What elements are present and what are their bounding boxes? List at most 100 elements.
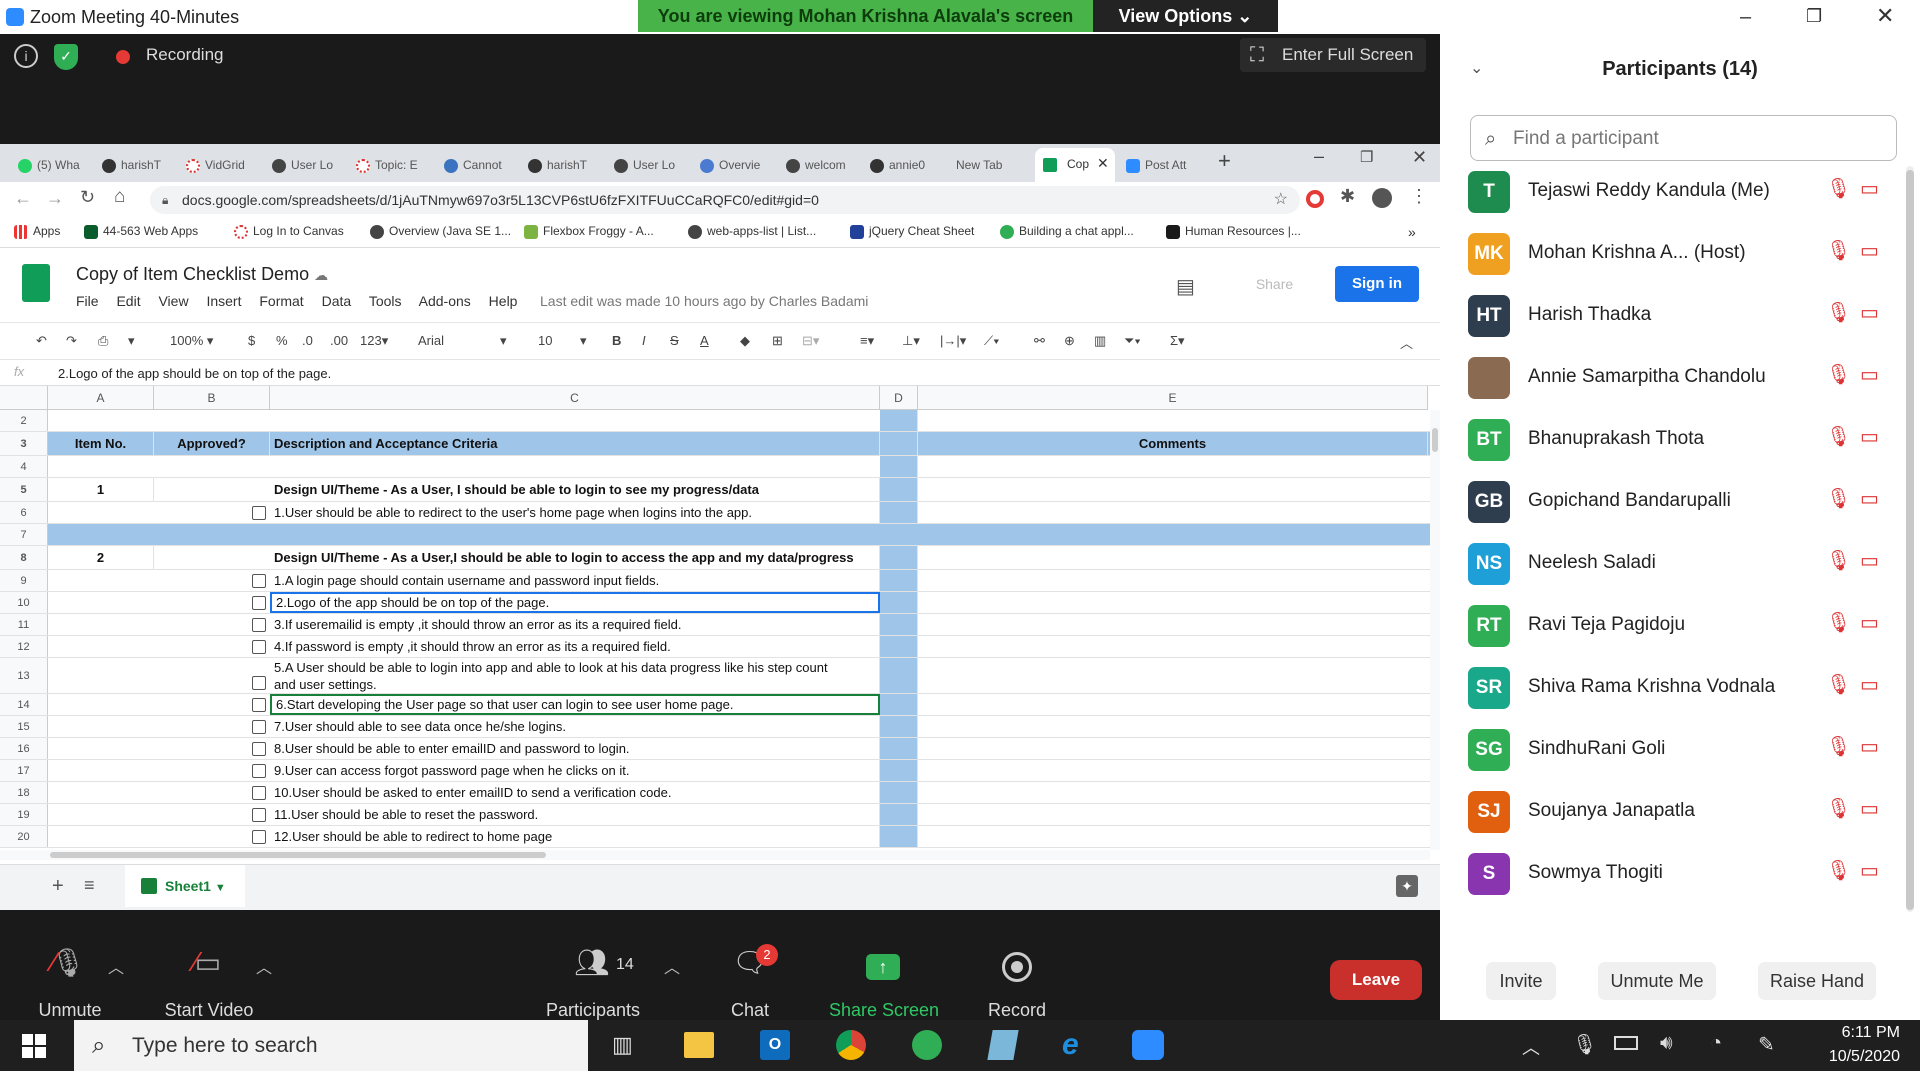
browser-tab[interactable]: Overvie — [700, 150, 770, 180]
cell[interactable] — [880, 570, 918, 591]
opera-icon[interactable] — [1306, 190, 1324, 208]
checkbox[interactable] — [252, 808, 266, 822]
bookmark[interactable]: web-apps-list | List... — [688, 224, 816, 239]
close-tab-icon[interactable]: ✕ — [1097, 155, 1109, 172]
menu-file[interactable]: File — [76, 293, 99, 309]
row-number[interactable]: 3 — [0, 432, 48, 455]
cell[interactable] — [880, 614, 918, 635]
checkbox[interactable] — [252, 676, 266, 690]
checkbox[interactable] — [252, 698, 266, 712]
checkbox[interactable] — [252, 618, 266, 632]
leave-button[interactable]: Leave — [1330, 960, 1422, 1000]
browser-tab[interactable]: annie0 — [870, 150, 940, 180]
merge-icon[interactable]: ⊟▾ — [802, 333, 819, 349]
more-bookmarks-icon[interactable]: » — [1408, 224, 1416, 240]
close-icon[interactable]: ✕ — [1876, 3, 1894, 29]
battery-icon[interactable] — [1614, 1036, 1638, 1050]
browser-tab[interactable]: Post Att — [1126, 150, 1200, 180]
row-number[interactable]: 9 — [0, 570, 48, 591]
redo-icon[interactable]: ↷ — [66, 333, 77, 349]
cell-criteria[interactable]: 11.User should be able to reset the pass… — [270, 804, 880, 825]
browser-tab[interactable]: Topic: E — [356, 150, 426, 180]
unmute-label[interactable]: Unmute — [30, 1000, 110, 1021]
font-select[interactable]: Arial ▾ — [418, 333, 510, 348]
bookmark[interactable]: jQuery Cheat Sheet — [850, 224, 974, 239]
cell[interactable] — [880, 694, 918, 715]
participant-item[interactable]: NS Neelesh Saladi 🎙︎ ▭ — [1468, 538, 1898, 600]
participant-item[interactable]: RT Ravi Teja Pagidoju 🎙︎ ▭ — [1468, 600, 1898, 662]
row-number[interactable]: 2 — [0, 410, 48, 431]
more-formats-icon[interactable]: 123▾ — [360, 333, 388, 349]
minimize-icon[interactable]: – — [1314, 146, 1324, 167]
font-size-select[interactable]: 10 ▾ — [538, 333, 594, 348]
checkbox[interactable] — [252, 596, 266, 610]
participant-item[interactable]: T Tejaswi Reddy Kandula (Me) 🎙︎ ▭ — [1468, 166, 1898, 228]
browser-tab[interactable]: Cannot — [444, 150, 514, 180]
column-header-c[interactable]: C — [270, 386, 880, 410]
scrollbar-thumb[interactable] — [1906, 170, 1914, 910]
url-bar[interactable]: 🔒︎ docs.google.com/spreadsheets/d/1jAuTN… — [150, 186, 1300, 214]
bookmark[interactable]: Building a chat appl... — [1000, 224, 1134, 239]
header-item-no[interactable]: Item No. — [48, 432, 154, 455]
chevron-up-icon[interactable]: ︿ — [256, 954, 272, 978]
participant-item[interactable]: S Sowmya Thogiti 🎙︎ ▭ — [1468, 848, 1898, 910]
reload-icon[interactable]: ↻ — [80, 187, 95, 208]
browser-tab[interactable]: (5) Wha — [18, 150, 88, 180]
enter-full-screen-button[interactable]: ⛶ Enter Full Screen — [1240, 38, 1426, 72]
undo-icon[interactable]: ↶ — [36, 333, 47, 349]
menu-data[interactable]: Data — [322, 293, 352, 309]
cell-item-no[interactable]: 1 — [48, 478, 154, 501]
menu-tools[interactable]: Tools — [369, 293, 402, 309]
start-video-label[interactable]: Start Video — [154, 1000, 264, 1021]
cell[interactable] — [880, 738, 918, 759]
checkbox[interactable] — [252, 786, 266, 800]
home-icon[interactable]: ⌂ — [114, 186, 125, 208]
share-button[interactable]: Share — [1222, 266, 1327, 302]
checkbox[interactable] — [252, 830, 266, 844]
browser-tab[interactable]: harishT — [528, 150, 598, 180]
wrap-icon[interactable]: |→|▾ — [940, 333, 966, 349]
row-number[interactable]: 4 — [0, 456, 48, 477]
checkbox[interactable] — [252, 764, 266, 778]
new-tab-icon[interactable]: + — [1218, 148, 1231, 174]
column-header-a[interactable]: A — [48, 386, 154, 410]
close-icon[interactable]: ✕ — [1412, 147, 1427, 168]
filter-icon[interactable]: ⏷▾ — [1124, 333, 1141, 349]
rotate-icon[interactable]: ⟋▾ — [984, 333, 999, 349]
windows-start-icon[interactable] — [22, 1034, 46, 1058]
column-header-e[interactable]: E — [918, 386, 1428, 410]
collapse-toolbar-icon[interactable]: ︿ — [1400, 333, 1413, 352]
decimal-increase-icon[interactable]: .00 — [330, 333, 348, 348]
cell[interactable] — [880, 592, 918, 613]
fill-color-icon[interactable]: ◆ — [740, 333, 750, 349]
cell-criteria[interactable]: 4.If password is empty ,it should throw … — [270, 636, 880, 657]
task-view-icon[interactable]: ▥ — [612, 1032, 633, 1058]
horizontal-scrollbar[interactable] — [0, 850, 1430, 860]
participant-item[interactable]: BT Bhanuprakash Thota 🎙︎ ▭ — [1468, 414, 1898, 476]
record-label[interactable]: Record — [980, 1000, 1054, 1021]
row-number[interactable]: 5 — [0, 478, 48, 501]
vertical-scrollbar[interactable] — [1430, 410, 1440, 850]
column-header-b[interactable]: B — [154, 386, 270, 410]
all-sheets-icon[interactable]: ≡ — [84, 875, 95, 896]
bookmark[interactable]: Human Resources |... — [1166, 224, 1301, 239]
cell[interactable] — [880, 432, 918, 455]
record-icon[interactable] — [1002, 952, 1032, 982]
participant-list-scrollbar[interactable] — [1906, 166, 1914, 912]
share-screen-icon[interactable]: ↑ — [866, 954, 900, 980]
row-number[interactable]: 11 — [0, 614, 48, 635]
cell[interactable] — [880, 782, 918, 803]
row-number[interactable]: 7 — [0, 524, 48, 545]
browser-tab[interactable]: New Tab — [956, 150, 1026, 180]
row-number[interactable]: 17 — [0, 760, 48, 781]
cell-criteria[interactable]: 8.User should be able to enter emailID a… — [270, 738, 880, 759]
browser-tab-active[interactable]: Cop ✕ — [1035, 148, 1115, 182]
row-number[interactable]: 13 — [0, 658, 48, 693]
clock-date[interactable]: 10/5/2020 — [1800, 1048, 1900, 1066]
cell-criteria[interactable]: 9.User can access forgot password page w… — [270, 760, 880, 781]
shield-icon[interactable]: ✓ — [54, 44, 78, 70]
cell[interactable] — [880, 826, 918, 847]
menu-dots-icon[interactable]: ⋮ — [1410, 186, 1428, 207]
cell-criteria[interactable]: 5.A User should be able to login into ap… — [270, 658, 880, 693]
participant-item[interactable]: MK Mohan Krishna A... (Host) 🎙︎ ▭ — [1468, 228, 1898, 290]
